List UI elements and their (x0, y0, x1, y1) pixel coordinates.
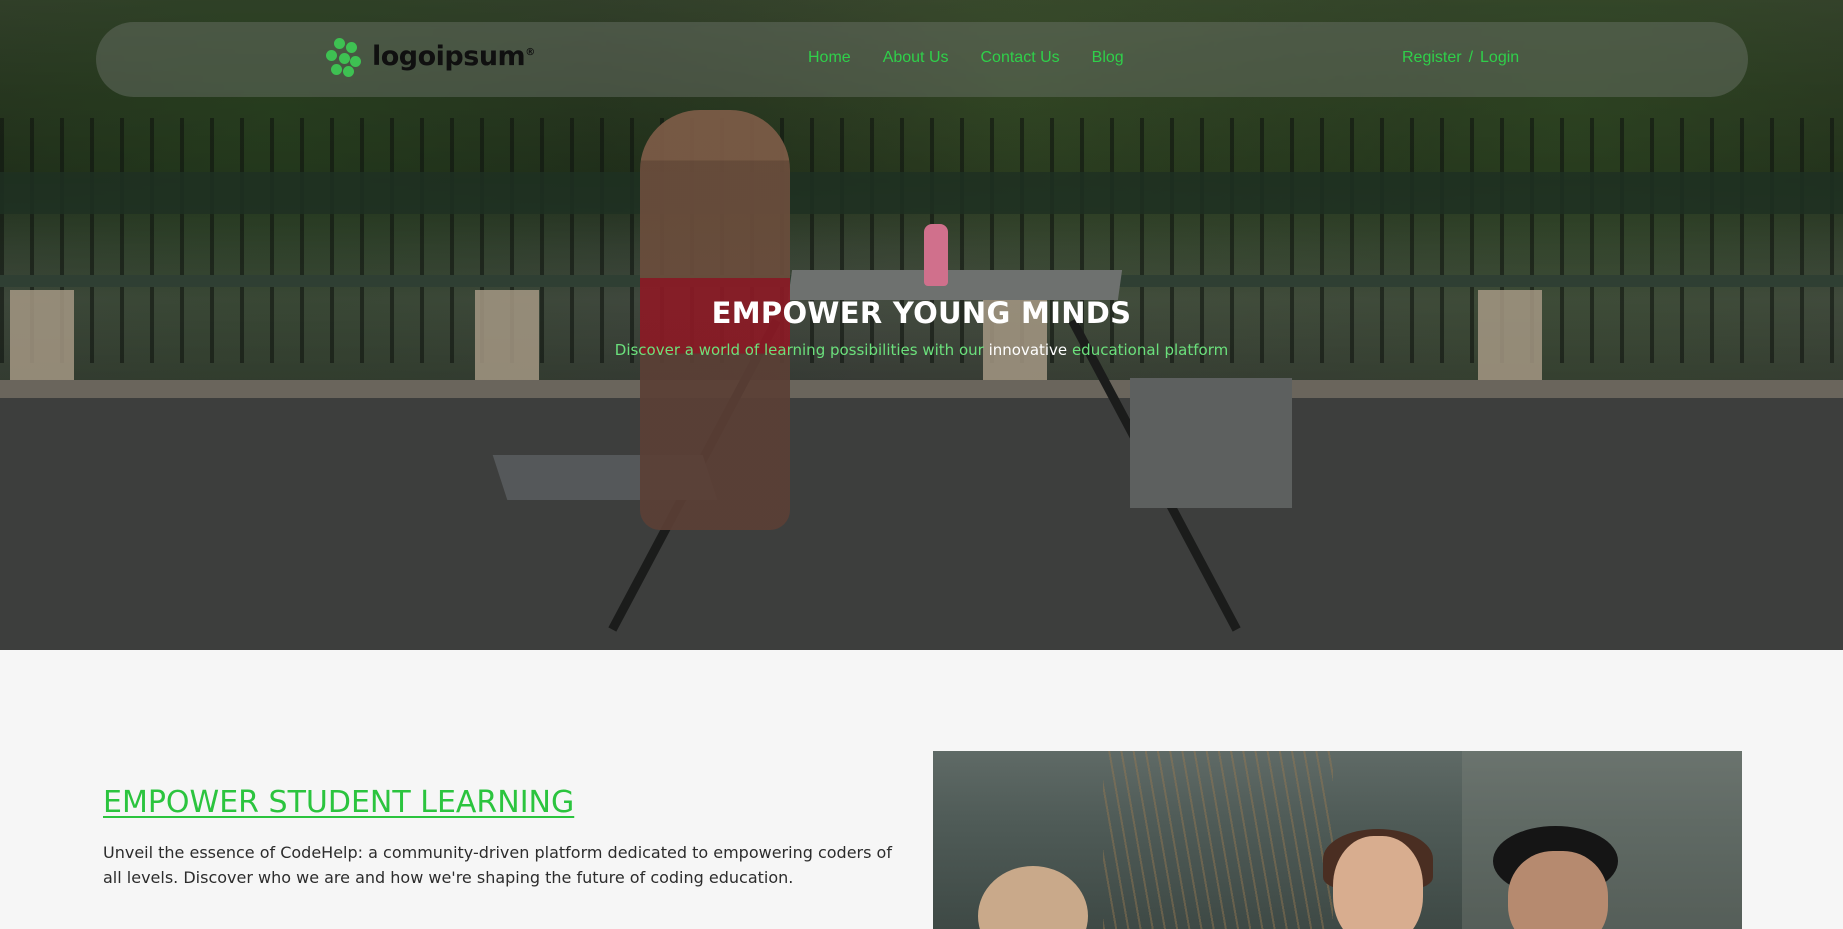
auth-separator: / (1468, 49, 1474, 66)
photo-person (978, 866, 1088, 929)
main-nav: Home About Us Contact Us Blog (808, 49, 1124, 67)
auth-links: Register / Login (1402, 49, 1519, 67)
hero-background-bench (1130, 378, 1292, 508)
photo-person (1333, 836, 1423, 929)
section-text: Unveil the essence of CodeHelp: a commun… (103, 843, 892, 887)
logo-text: logoipsum® (372, 40, 535, 72)
hero-subtitle-highlight: innovative (988, 341, 1068, 359)
register-link[interactable]: Register (1402, 49, 1462, 67)
nav-blog[interactable]: Blog (1092, 49, 1124, 67)
hero-background-bottle (924, 224, 948, 286)
section-title: EMPOWER STUDENT LEARNING (103, 785, 575, 820)
logo-icon (322, 36, 362, 77)
photo-person (1508, 851, 1608, 929)
hero-subtitle: Discover a world of learning possibiliti… (0, 341, 1843, 359)
hero-title: EMPOWER YOUNG MINDS (711, 296, 1132, 330)
login-link[interactable]: Login (1480, 49, 1519, 67)
photo-plant (1103, 751, 1333, 929)
nav-contact-us[interactable]: Contact Us (981, 49, 1060, 67)
hero-background-ground (0, 398, 1843, 650)
nav-about-us[interactable]: About Us (883, 49, 949, 67)
hero-subtitle-part: Discover a world of learning possibiliti… (614, 341, 989, 359)
hero-subtitle-part: educational platform (1067, 341, 1229, 359)
hero-background-rail (0, 172, 1843, 214)
students-photo (933, 751, 1742, 929)
logo[interactable]: logoipsum® (322, 36, 535, 77)
nav-home[interactable]: Home (808, 49, 851, 67)
